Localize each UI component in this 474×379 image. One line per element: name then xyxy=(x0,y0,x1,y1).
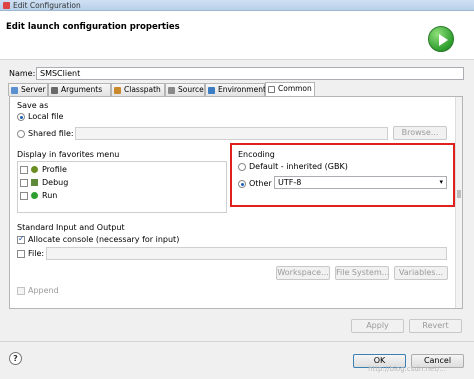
profile-icon xyxy=(31,166,38,173)
panel-scrollbar[interactable] xyxy=(455,97,462,308)
name-label: Name: xyxy=(9,69,36,78)
local-file-label: Local file xyxy=(28,112,64,121)
environment-icon xyxy=(208,87,215,94)
append-label: Append xyxy=(28,286,59,295)
app-icon xyxy=(3,2,10,9)
tab-server-label: Server xyxy=(21,85,46,94)
tab-source-label: Source xyxy=(178,85,204,94)
header-title: Edit launch configuration properties xyxy=(6,22,180,32)
common-icon xyxy=(268,86,275,93)
window-title: Edit Configuration xyxy=(13,1,81,10)
watermark: http://blog.csdn.net/... xyxy=(368,365,446,373)
favorite-profile-checkbox[interactable] xyxy=(20,166,28,174)
file-system-button[interactable]: File System... xyxy=(335,266,389,280)
save-as-heading: Save as xyxy=(17,101,49,110)
apply-button[interactable]: Apply xyxy=(351,319,404,333)
tab-common[interactable]: Common xyxy=(265,82,315,96)
tab-source[interactable]: Source xyxy=(165,83,205,96)
append-checkbox[interactable] xyxy=(17,287,25,295)
classpath-icon xyxy=(114,87,121,94)
file-checkbox[interactable] xyxy=(17,250,25,258)
tab-classpath-label: Classpath xyxy=(124,85,161,94)
dialog-header: Edit launch configuration properties xyxy=(0,11,474,60)
tab-environment-label: Environment xyxy=(218,85,266,94)
favorite-debug-label: Debug xyxy=(42,178,69,187)
scrollbar-thumb[interactable] xyxy=(457,190,461,198)
tab-arguments[interactable]: Arguments xyxy=(48,83,111,96)
file-label: File: xyxy=(28,249,45,258)
shared-file-input[interactable] xyxy=(75,127,388,140)
tab-arguments-label: Arguments xyxy=(61,85,103,94)
workspace-button[interactable]: Workspace... xyxy=(276,266,330,280)
source-icon xyxy=(168,87,175,94)
favorites-heading: Display in favorites menu xyxy=(17,150,120,159)
highlight-annotation xyxy=(230,143,455,207)
help-icon[interactable]: ? xyxy=(9,352,22,365)
shared-file-label: Shared file: xyxy=(28,129,74,138)
revert-button[interactable]: Revert xyxy=(409,319,462,333)
shared-file-radio[interactable] xyxy=(17,130,25,138)
allocate-console-label: Allocate console (necessary for input) xyxy=(28,235,180,244)
favorite-run-checkbox[interactable] xyxy=(20,192,28,200)
footer-divider xyxy=(0,341,474,342)
tab-classpath[interactable]: Classpath xyxy=(111,83,165,96)
browse-button[interactable]: Browse... xyxy=(393,126,447,140)
tab-server[interactable]: Server xyxy=(8,83,48,96)
favorite-profile-label: Profile xyxy=(42,165,67,174)
run-small-icon xyxy=(31,192,38,199)
local-file-radio[interactable] xyxy=(17,113,25,121)
variables-button[interactable]: Variables... xyxy=(394,266,448,280)
output-file-input[interactable] xyxy=(46,247,447,260)
tab-environment[interactable]: Environment xyxy=(205,83,266,96)
debug-icon xyxy=(31,179,38,186)
favorite-run-label: Run xyxy=(42,191,58,200)
server-icon xyxy=(11,87,18,94)
arguments-icon xyxy=(51,87,58,94)
favorite-debug-checkbox[interactable] xyxy=(20,179,28,187)
run-icon xyxy=(428,26,454,52)
std-io-heading: Standard Input and Output xyxy=(17,223,125,232)
name-input[interactable]: SMSClient xyxy=(36,67,464,80)
allocate-console-checkbox[interactable] xyxy=(17,234,25,244)
window-titlebar: Edit Configuration xyxy=(0,0,474,11)
tab-common-label: Common xyxy=(278,84,312,93)
